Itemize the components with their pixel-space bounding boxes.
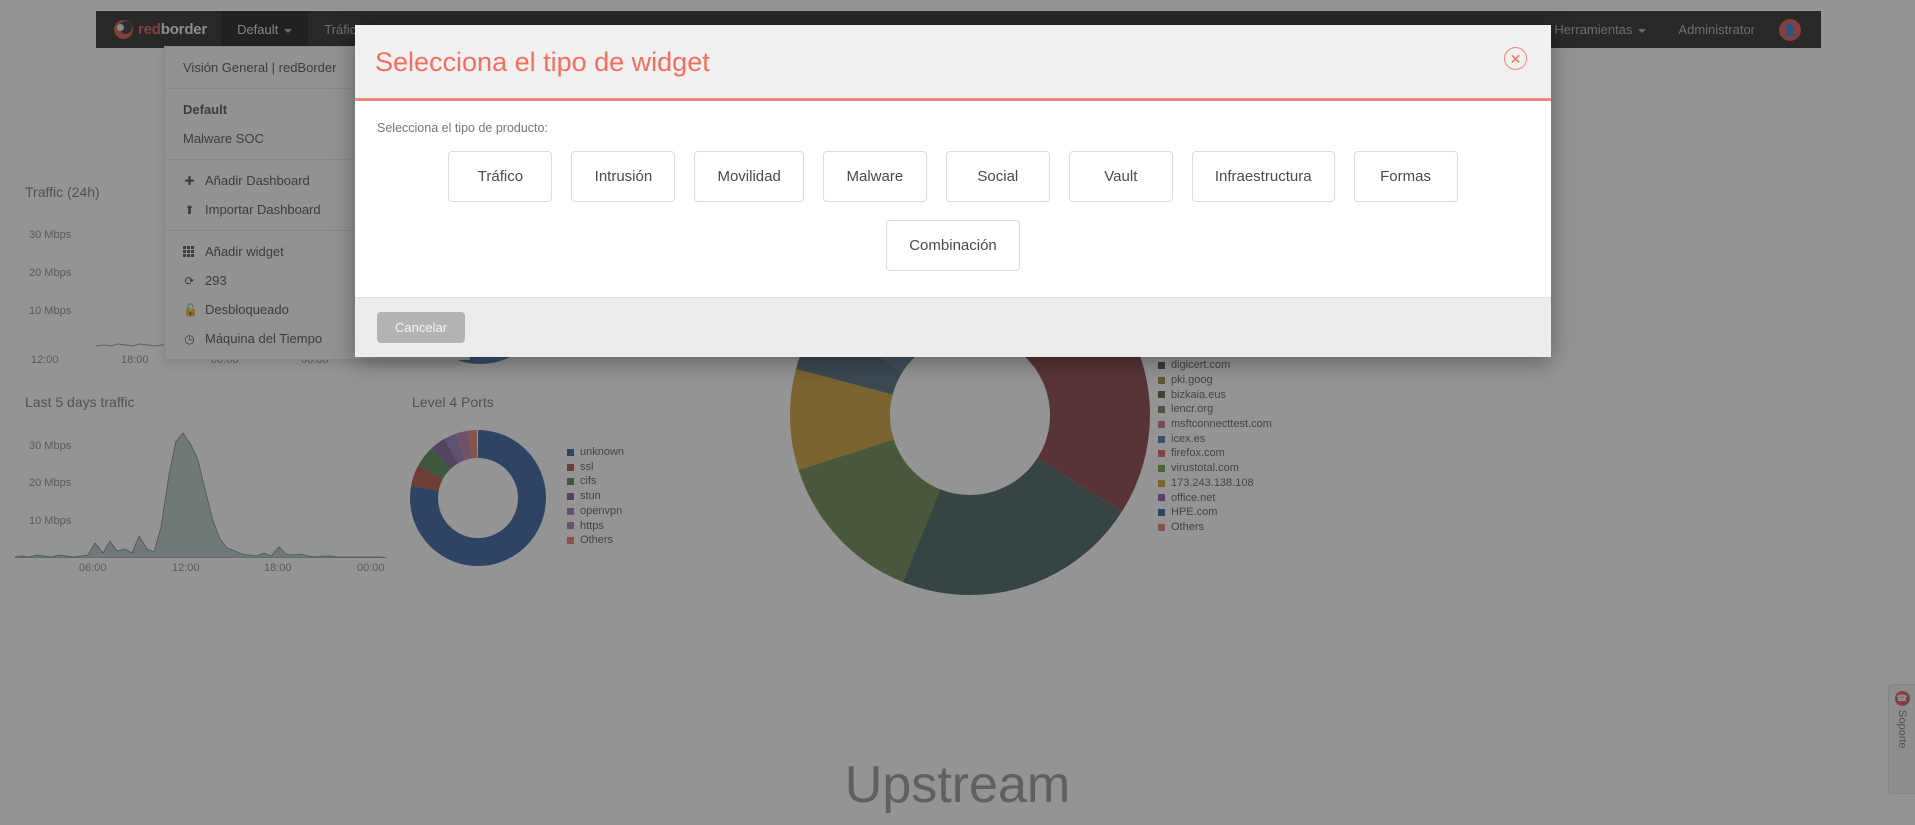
widget-type-combinacion[interactable]: Combinación: [886, 220, 1020, 271]
widget-type-row-1: Tráfico Intrusión Movilidad Malware Soci…: [377, 151, 1529, 202]
product-type-label: Selecciona el tipo de producto:: [377, 121, 548, 135]
widget-type-row-2: Combinación: [377, 220, 1529, 271]
widget-type-social[interactable]: Social: [945, 151, 1050, 202]
widget-type-formas[interactable]: Formas: [1353, 151, 1458, 202]
widget-type-malware[interactable]: Malware: [822, 151, 927, 202]
widget-type-movilidad[interactable]: Movilidad: [694, 151, 804, 202]
app-root: Traffic (24h) 30 Mbps 20 Mbps 10 Mbps 12…: [0, 0, 1915, 825]
widget-type-vault[interactable]: Vault: [1068, 151, 1173, 202]
modal-body: Selecciona el tipo de producto: Tráfico …: [355, 101, 1551, 297]
close-icon[interactable]: ✕: [1504, 47, 1527, 70]
widget-type-trafico[interactable]: Tráfico: [448, 151, 553, 202]
modal-header: Selecciona el tipo de widget ✕: [355, 25, 1551, 101]
widget-type-modal: Selecciona el tipo de widget ✕ Seleccion…: [355, 25, 1551, 357]
cancel-button[interactable]: Cancelar: [377, 312, 466, 343]
modal-footer: Cancelar: [355, 297, 1551, 357]
widget-type-infraestructura[interactable]: Infraestructura: [1191, 151, 1335, 202]
widget-type-intrusion[interactable]: Intrusión: [571, 151, 676, 202]
modal-title: Selecciona el tipo de widget: [375, 47, 710, 77]
